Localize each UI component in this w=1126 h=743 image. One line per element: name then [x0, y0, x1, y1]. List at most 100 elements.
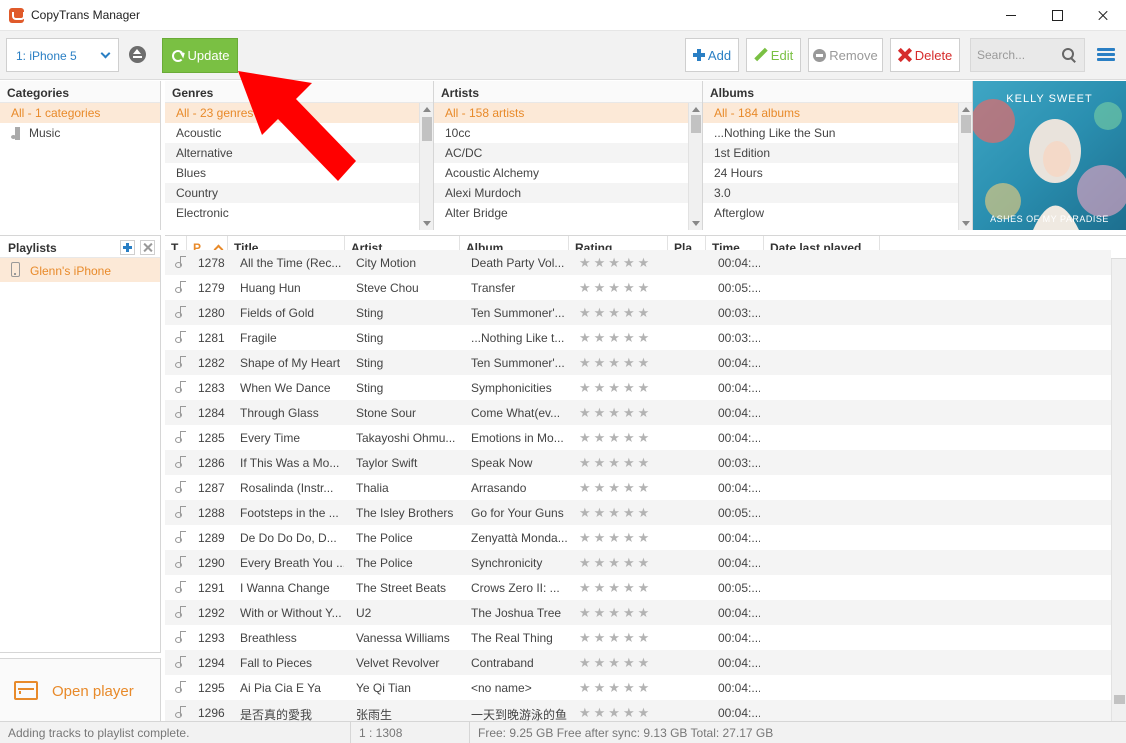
tracks-scrollbar[interactable]: [1111, 259, 1126, 721]
track-album: Come What(ev...: [471, 406, 561, 420]
track-rating-stars[interactable]: ★★★★★: [579, 280, 669, 296]
remove-button[interactable]: Remove: [808, 38, 883, 72]
genre-item[interactable]: All - 23 genres: [165, 103, 433, 123]
album-item[interactable]: All - 184 albums: [703, 103, 972, 123]
track-rating-stars[interactable]: ★★★★★: [579, 680, 669, 696]
music-note-icon: [174, 630, 186, 644]
table-row[interactable]: 1291 I Wanna Change The Street Beats Crows …: [165, 575, 1111, 600]
artists-scrollbar[interactable]: [688, 103, 702, 230]
table-row[interactable]: 1286 If This Was a Mo... Taylor Swift Speak…: [165, 450, 1111, 475]
hamburger-menu-icon[interactable]: [1097, 48, 1115, 62]
artist-item[interactable]: Alter Bridge: [434, 203, 702, 223]
open-player-button[interactable]: Open player: [0, 658, 161, 721]
add-button[interactable]: Add: [685, 38, 739, 72]
track-rating-stars[interactable]: ★★★★★: [579, 355, 669, 371]
track-rating-stars[interactable]: ★★★★★: [579, 330, 669, 346]
track-artist: The Police: [356, 531, 413, 545]
track-album: Ten Summoner'...: [471, 306, 565, 320]
table-row[interactable]: 1279 Huang Hun Steve Chou Transfer ★★★★★ 00:0…: [165, 275, 1111, 300]
album-item[interactable]: 3.0: [703, 183, 972, 203]
track-title: Rosalinda (Instr...: [240, 481, 334, 495]
categories-header: Categories: [0, 81, 160, 103]
track-rating-stars[interactable]: ★★★★★: [579, 405, 669, 421]
eject-icon[interactable]: [129, 46, 146, 63]
track-time: 00:04:...: [718, 631, 760, 645]
track-rating-stars[interactable]: ★★★★★: [579, 580, 669, 596]
genre-item[interactable]: Country: [165, 183, 433, 203]
track-rating-stars[interactable]: ★★★★★: [579, 255, 669, 271]
album-item[interactable]: ...Nothing Like the Sun: [703, 123, 972, 143]
track-type: [174, 330, 188, 347]
table-row[interactable]: 1287 Rosalinda (Instr... Thalia Arrasando ★★…: [165, 475, 1111, 500]
albums-scrollbar[interactable]: [958, 103, 972, 230]
track-rating-stars[interactable]: ★★★★★: [579, 555, 669, 571]
track-rating-stars[interactable]: ★★★★★: [579, 530, 669, 546]
track-artist: Velvet Revolver: [356, 656, 440, 670]
track-rating-stars[interactable]: ★★★★★: [579, 380, 669, 396]
track-title: Fall to Pieces: [240, 656, 313, 670]
table-row[interactable]: 1280 Fields of Gold Sting Ten Summoner'... ★…: [165, 300, 1111, 325]
delete-playlist-button[interactable]: [140, 240, 155, 255]
track-rating-stars[interactable]: ★★★★★: [579, 505, 669, 521]
table-row[interactable]: 1289 De Do Do Do, D... The Police Zenyattà …: [165, 525, 1111, 550]
genre-item[interactable]: Blues: [165, 163, 433, 183]
search-input[interactable]: [971, 39, 1061, 71]
add-playlist-button[interactable]: [120, 240, 135, 255]
artist-item[interactable]: Alexi Murdoch: [434, 183, 702, 203]
track-album: The Real Thing: [471, 631, 553, 645]
track-rating-stars[interactable]: ★★★★★: [579, 630, 669, 646]
track-title: Footsteps in the ...: [240, 506, 339, 520]
artist-item[interactable]: All - 158 artists: [434, 103, 702, 123]
track-rating-stars[interactable]: ★★★★★: [579, 305, 669, 321]
edit-button[interactable]: Edit: [746, 38, 801, 72]
category-item[interactable]: All - 1 categories: [0, 103, 160, 123]
artist-item[interactable]: AC/DC: [434, 143, 702, 163]
update-button[interactable]: Update: [162, 38, 238, 73]
track-time: 00:04:...: [718, 556, 760, 570]
device-select[interactable]: 1: iPhone 5: [6, 38, 119, 72]
playlist-item[interactable]: Glenn's iPhone: [0, 258, 160, 282]
track-rating-stars[interactable]: ★★★★★: [579, 605, 669, 621]
album-item[interactable]: Afterglow: [703, 203, 972, 223]
album-item[interactable]: 1st Edition: [703, 143, 972, 163]
table-row[interactable]: 1284 Through Glass Stone Sour Come What(ev.…: [165, 400, 1111, 425]
track-rating-stars[interactable]: ★★★★★: [579, 655, 669, 671]
music-note-icon: [174, 480, 186, 494]
track-rating-stars[interactable]: ★★★★★: [579, 455, 669, 471]
table-row[interactable]: 1293 Breathless Vanessa Williams The Real T…: [165, 625, 1111, 650]
close-button[interactable]: [1080, 0, 1126, 31]
track-title: Huang Hun: [240, 281, 301, 295]
track-title: Shape of My Heart: [240, 356, 341, 370]
genre-item[interactable]: Electronic: [165, 203, 433, 223]
table-row[interactable]: 1285 Every Time Takayoshi Ohmu... Emotions …: [165, 425, 1111, 450]
categories-pane: Categories All - 1 categories Music: [0, 81, 161, 230]
track-rating-stars[interactable]: ★★★★★: [579, 705, 669, 721]
minimize-button[interactable]: [988, 0, 1034, 31]
track-rating-stars[interactable]: ★★★★★: [579, 430, 669, 446]
genre-item[interactable]: Alternative: [165, 143, 433, 163]
track-artist: Sting: [356, 331, 384, 345]
table-row[interactable]: 1288 Footsteps in the ... The Isley Brothe…: [165, 500, 1111, 525]
maximize-button[interactable]: [1034, 0, 1080, 31]
album-item[interactable]: 24 Hours: [703, 163, 972, 183]
table-row[interactable]: 1294 Fall to Pieces Velvet Revolver Contrab…: [165, 650, 1111, 675]
track-position: 1285: [198, 431, 225, 445]
genre-item[interactable]: Acoustic: [165, 123, 433, 143]
table-row[interactable]: 1283 When We Dance Sting Symphonicities ★★★★…: [165, 375, 1111, 400]
category-item[interactable]: Music: [0, 123, 160, 143]
table-row[interactable]: 1296 是否真的愛我 张雨生 一天到晚游泳的鱼 ★★★★★ 00:04:...: [165, 700, 1111, 721]
table-row[interactable]: 1290 Every Breath You ... The Police Synchr…: [165, 550, 1111, 575]
table-row[interactable]: 1282 Shape of My Heart Sting Ten Summoner'.…: [165, 350, 1111, 375]
remove-button-label: Remove: [829, 47, 878, 63]
table-row[interactable]: 1295 Ai Pia Cia E Ya Ye Qi Tian <no name> ★★…: [165, 675, 1111, 700]
track-rating-stars[interactable]: ★★★★★: [579, 480, 669, 496]
artist-item[interactable]: Acoustic Alchemy: [434, 163, 702, 183]
table-row[interactable]: 1281 Fragile Sting ...Nothing Like t... ★★★★…: [165, 325, 1111, 350]
table-row[interactable]: 1292 With or Without Y... U2 The Joshua Tre…: [165, 600, 1111, 625]
search-icon[interactable]: [1062, 48, 1076, 62]
track-position: 1296: [198, 706, 225, 720]
genres-scrollbar[interactable]: [419, 103, 433, 230]
table-row[interactable]: 1278 All the Time (Rec... City Motion Death…: [165, 250, 1111, 275]
artist-item[interactable]: 10cc: [434, 123, 702, 143]
delete-button[interactable]: Delete: [890, 38, 960, 72]
